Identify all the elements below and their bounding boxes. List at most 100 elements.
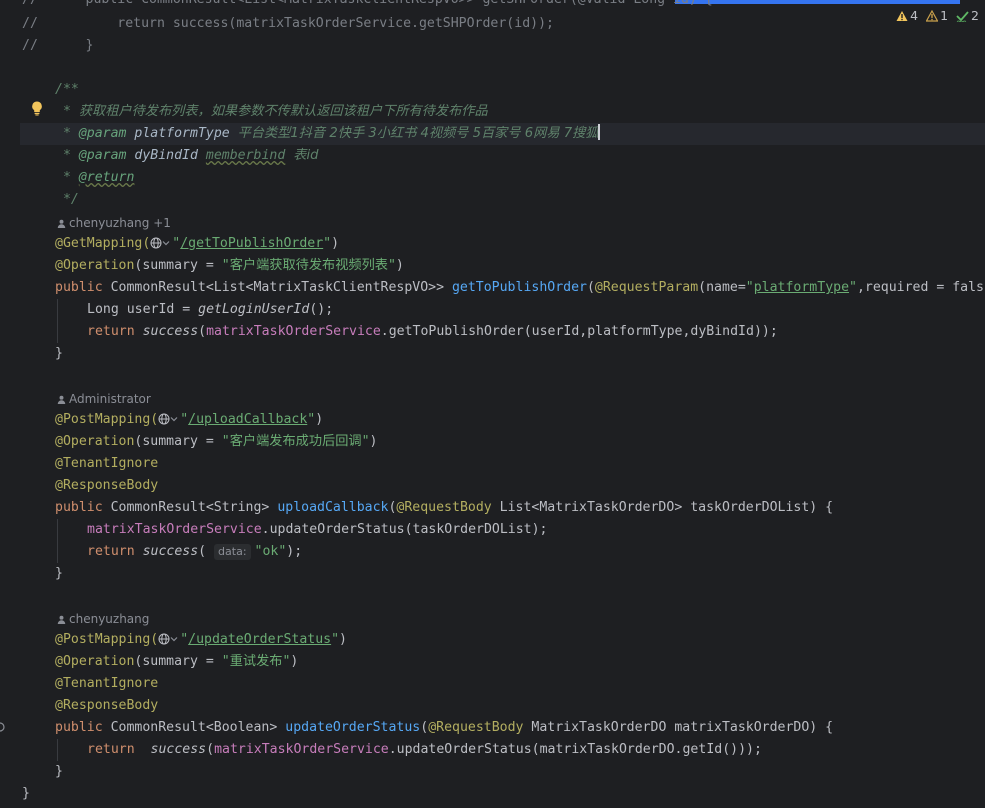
text-caret [598,124,600,140]
method-call: success [150,742,207,757]
code-line-comment-2[interactable]: // return success(matrixTaskOrderService… [22,13,554,35]
indent-guide [57,519,58,563]
author-name: chenyuzhang +1 [69,216,171,230]
checkmark-icon [956,10,969,22]
code-line-update-call[interactable]: matrixTaskOrderService.updateOrderStatus… [87,519,548,541]
doc-param-tag: @param [78,126,127,141]
code-text: (name= [698,280,746,295]
code-line-close-brace[interactable]: } [55,343,63,365]
return-type: CommonResult<List<MatrixTaskClientRespVO… [110,280,452,295]
globe-icon[interactable] [158,413,170,425]
param-name-string: platformType [753,280,850,295]
paren: ) [315,412,324,427]
author-annotation[interactable]: chenyuzhang +1 [57,212,171,234]
doc-param-link: memberbind [205,148,286,163]
annotation-responsebody[interactable]: @ResponseBody [55,475,158,497]
code-line-return[interactable]: return success(matrixTaskOrderService.ge… [87,321,778,343]
warning-count[interactable]: 1 [926,8,948,23]
code-line-operation[interactable]: @Operation(summary = "客户端获取待发布视频列表") [55,255,404,277]
indent-guide [57,299,58,343]
code-text: .updateOrderStatus(taskOrderDOList); [261,522,548,537]
annotation-tenantignore[interactable]: @TenantIgnore [55,673,158,695]
code-text: .updateOrderStatus(matrixTaskOrderDO.get… [388,742,762,757]
code-line-close-brace[interactable]: } [55,563,63,585]
doc-param-platformtype-line[interactable]: * @param platformType 平台类型1抖音 2快手 3小红书 4… [55,123,600,145]
code-line-operation[interactable]: @Operation(summary = "重试发布") [55,651,298,673]
author-name: Administrator [69,392,151,406]
code-line-return[interactable]: return success(matrixTaskOrderService.up… [87,739,762,761]
annotation-postmapping: @PostMapping( [55,632,159,647]
paren: ( [198,324,207,339]
code-line-method-signature[interactable]: public CommonResult<Boolean> updateOrder… [55,717,833,739]
keyword-public: public [55,720,111,735]
doc-open[interactable]: /** [55,79,79,101]
doc-description-line[interactable]: * 获取租户待发布列表，如果参数不传默认返回该租户下所有待发布作品 [55,101,488,123]
endpoint-path[interactable]: /getToPublishOrder [180,236,323,251]
lightbulb-icon[interactable] [29,100,45,116]
keyword-return: return [87,742,151,757]
endpoint-path[interactable]: /updateOrderStatus [188,632,331,647]
annotation-requestparam: @RequestParam [594,280,699,295]
inspection-widget[interactable]: 4 1 2 [896,8,979,23]
doc-param-name: platformType [134,126,230,141]
code-line-close-brace[interactable]: } [55,761,63,783]
globe-icon[interactable] [158,633,170,645]
code-line-comment-1[interactable]: // public CommonResult<List<MatrixTaskCl… [22,0,713,11]
parameter-name-hint: data: [214,544,251,560]
keyword-return: return [87,544,143,559]
quote: " [849,280,857,295]
warning-count-label: 1 [940,8,949,23]
endpoint-path[interactable]: /uploadCallback [188,412,307,427]
paren: ( [198,544,215,559]
ok-count[interactable]: 2 [956,8,979,23]
paren: ) [331,236,340,251]
annotation-operation: @Operation [55,434,135,449]
doc-param-description: 表id [293,148,319,163]
doc-close[interactable]: */ [55,189,79,211]
doc-param-dybindid-line[interactable]: * @param dyBindId memberbind 表id [55,145,319,167]
code-text: (summary = [134,434,222,449]
method-name[interactable]: uploadCallback [277,500,388,515]
code-line-return[interactable]: return success( data: "ok"); [87,541,302,563]
doc-param-tag: @param [78,148,127,163]
author-annotation[interactable]: Administrator [57,388,151,410]
chevron-down-icon[interactable] [170,415,178,423]
code-text: (summary = [134,654,222,669]
code-line-getmapping[interactable]: @GetMapping("/getToPublishOrder") [55,233,339,255]
keyword-public: public [55,280,111,295]
code-line-postmapping[interactable]: @PostMapping("/updateOrderStatus") [55,629,347,651]
chevron-down-icon[interactable] [170,635,178,643]
paren: ) [369,434,378,449]
code-line-comment-3[interactable]: // } [22,35,93,57]
method-name[interactable]: updateOrderStatus [285,720,420,735]
globe-icon[interactable] [150,237,162,249]
annotation-requestbody: @RequestBody [428,720,524,735]
chevron-down-icon[interactable] [162,239,170,247]
annotation-responsebody[interactable]: @ResponseBody [55,695,158,717]
paren: ( [586,280,595,295]
code-line-class-close-brace[interactable]: } [22,783,30,805]
quote: " [331,632,340,647]
code-line-postmapping[interactable]: @PostMapping("/uploadCallback") [55,409,323,431]
annotation-tenantignore[interactable]: @TenantIgnore [55,453,158,475]
code-editor[interactable]: 4 1 2 // public CommonResult<List<Matrix… [0,0,985,808]
code-line-operation[interactable]: @Operation(summary = "客户端发布成功后回调") [55,431,377,453]
return-type: CommonResult<String> [110,500,278,515]
error-count[interactable]: 4 [896,8,918,23]
author-annotation[interactable]: chenyuzhang [57,608,149,630]
code-line-method-signature[interactable]: public CommonResult<String> uploadCallba… [55,497,833,519]
method-name[interactable]: getToPublishOrder [452,280,587,295]
paren: ) [395,258,404,273]
code-line-method-signature[interactable]: public CommonResult<List<MatrixTaskClien… [55,277,984,299]
code-text: (summary = [134,258,222,273]
annotation-postmapping: @PostMapping( [55,412,159,427]
editor-gutter[interactable] [0,0,20,808]
endpoint-gutter-icon[interactable] [0,720,6,734]
weak-warning-icon [926,9,939,22]
code-text: MatrixTaskOrderDO matrixTaskOrderDO) { [523,720,834,735]
doc-return-line[interactable]: * @return [55,167,134,189]
code-line-userid[interactable]: Long userId = getLoginUserId(); [87,299,333,321]
doc-star: * [55,170,79,185]
error-count-label: 4 [910,8,919,23]
annotation-getmapping: @GetMapping( [55,236,151,251]
